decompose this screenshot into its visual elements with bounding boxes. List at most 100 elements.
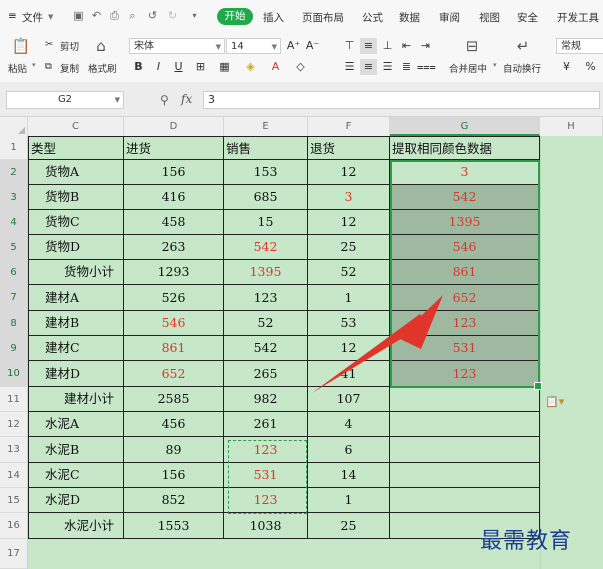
name-box[interactable]: G2 ▼ [6,91,124,109]
row-header-15[interactable]: 15 [0,488,27,513]
return-cell[interactable]: 1 [308,488,390,513]
sale-cell[interactable]: 1038 [224,513,308,539]
sale-cell[interactable]: 153 [224,160,308,185]
type-cell[interactable]: 货物D [28,235,124,260]
redo-icon[interactable]: ↻ [166,9,179,22]
in-cell[interactable]: 456 [124,412,224,437]
type-cell[interactable]: 水泥B [28,437,124,463]
extract-cell[interactable] [390,463,540,488]
row-header-14[interactable]: 14 [0,463,27,488]
return-cell[interactable]: 53 [308,311,390,336]
merge-center-chevron-icon[interactable]: ▾ [493,61,497,69]
column-header-g[interactable]: G [390,117,540,136]
type-cell[interactable]: 建材A [28,285,124,311]
sale-cell[interactable]: 15 [224,210,308,235]
return-cell[interactable]: 1 [308,285,390,311]
in-cell[interactable]: 861 [124,336,224,361]
merge-center-icon[interactable]: ⊟ [459,37,485,57]
type-cell[interactable]: 货物小计 [28,260,124,285]
sale-cell[interactable]: 1395 [224,260,308,285]
row-header-9[interactable]: 9 [0,336,27,361]
formula-input[interactable]: 3 [203,91,600,109]
in-cell[interactable]: 263 [124,235,224,260]
tab-security[interactable]: 安全 [517,10,538,25]
extract-cell[interactable]: 1395 [390,210,540,235]
row-header-4[interactable]: 4 [0,210,27,235]
align-right-icon[interactable]: ☰ [379,59,396,75]
in-cell[interactable]: 2585 [124,387,224,412]
tab-home[interactable]: 开始 [217,8,253,25]
type-cell[interactable]: 货物C [28,210,124,235]
sale-cell[interactable]: 265 [224,361,308,387]
insert-function-button[interactable]: fx [181,92,192,106]
in-cell[interactable]: 89 [124,437,224,463]
type-cell[interactable]: 水泥C [28,463,124,488]
bold-button[interactable]: B [130,59,147,75]
sale-cell[interactable]: 123 [224,488,308,513]
undo-history-icon[interactable]: ↶ [90,9,103,22]
return-cell[interactable]: 12 [308,160,390,185]
in-cell[interactable]: 1293 [124,260,224,285]
tab-developer[interactable]: 开发工具 [557,10,599,25]
in-cell[interactable]: 458 [124,210,224,235]
row-header-17[interactable]: 17 [0,539,27,569]
tab-review[interactable]: 审阅 [439,10,460,25]
type-cell[interactable]: 水泥小计 [28,513,124,539]
format-painter-button[interactable]: 格式刷 [88,61,117,75]
paste-chevron-icon[interactable]: ▾ [32,61,36,69]
font-size-select[interactable]: 14 ▼ [226,38,281,54]
sale-cell[interactable]: 531 [224,463,308,488]
merge-center-button[interactable]: 合并居中 [449,61,487,75]
undo-icon[interactable]: ↺ [146,9,159,22]
row-header-16[interactable]: 16 [0,513,27,539]
sale-cell[interactable]: 123 [224,437,308,463]
percent-button[interactable]: % [582,59,599,75]
cut-icon[interactable]: ✂ [45,39,53,50]
row-header-10[interactable]: 10 [0,361,27,387]
extract-cell[interactable]: 123 [390,361,540,387]
header-cell[interactable]: 类型 [28,136,124,160]
in-cell[interactable]: 416 [124,185,224,210]
currency-icon[interactable]: ¥ [558,59,575,75]
sale-cell[interactable]: 542 [224,235,308,260]
type-cell[interactable]: 货物A [28,160,124,185]
extract-cell[interactable]: 542 [390,185,540,210]
sale-cell[interactable]: 542 [224,336,308,361]
in-cell[interactable]: 546 [124,311,224,336]
format-painter-icon[interactable]: ⌂ [88,37,114,57]
row-header-11[interactable]: 11 [0,387,27,412]
align-bottom-icon[interactable]: ⊥ [379,38,396,54]
return-cell[interactable]: 14 [308,463,390,488]
extract-cell[interactable]: 123 [390,311,540,336]
column-header-h[interactable]: H [540,117,603,136]
row-header-5[interactable]: 5 [0,235,27,260]
row-header-3[interactable]: 3 [0,185,27,210]
wrap-text-button[interactable]: 自动换行 [503,61,541,75]
return-cell[interactable]: 52 [308,260,390,285]
return-cell[interactable]: 6 [308,437,390,463]
sheet-grid[interactable]: 类型 进货 销售 退货 提取相同颜色数据 货物A 156 153 12 3 货物B 416 685 3 54… [28,136,603,569]
save-icon[interactable]: ▣ [72,9,85,22]
return-cell[interactable]: 12 [308,336,390,361]
indent-decrease-icon[interactable]: ⇤ [398,38,415,54]
justify-icon[interactable]: ≣ [398,59,415,75]
copy-button[interactable]: 复制 [60,61,79,75]
tab-formulas[interactable]: 公式 [362,10,383,25]
paste-icon[interactable]: 📋 [8,37,34,57]
type-cell[interactable]: 建材B [28,311,124,336]
type-cell[interactable]: 建材D [28,361,124,387]
row-header-2[interactable]: 2 [0,160,27,185]
extract-cell[interactable]: 531 [390,336,540,361]
tab-insert[interactable]: 插入 [263,10,284,25]
align-middle-icon[interactable]: ≡ [360,38,377,54]
print-icon[interactable]: ⎙ [108,9,121,22]
sale-cell[interactable]: 52 [224,311,308,336]
distributed-icon[interactable]: ⩶ [417,59,436,75]
header-cell[interactable]: 退货 [308,136,390,160]
in-cell[interactable]: 156 [124,463,224,488]
header-cell[interactable]: 进货 [124,136,224,160]
return-cell[interactable]: 3 [308,185,390,210]
row-header-7[interactable]: 7 [0,285,27,311]
select-all-corner[interactable] [0,117,28,136]
main-menu-icon[interactable]: ≡ [8,10,17,22]
